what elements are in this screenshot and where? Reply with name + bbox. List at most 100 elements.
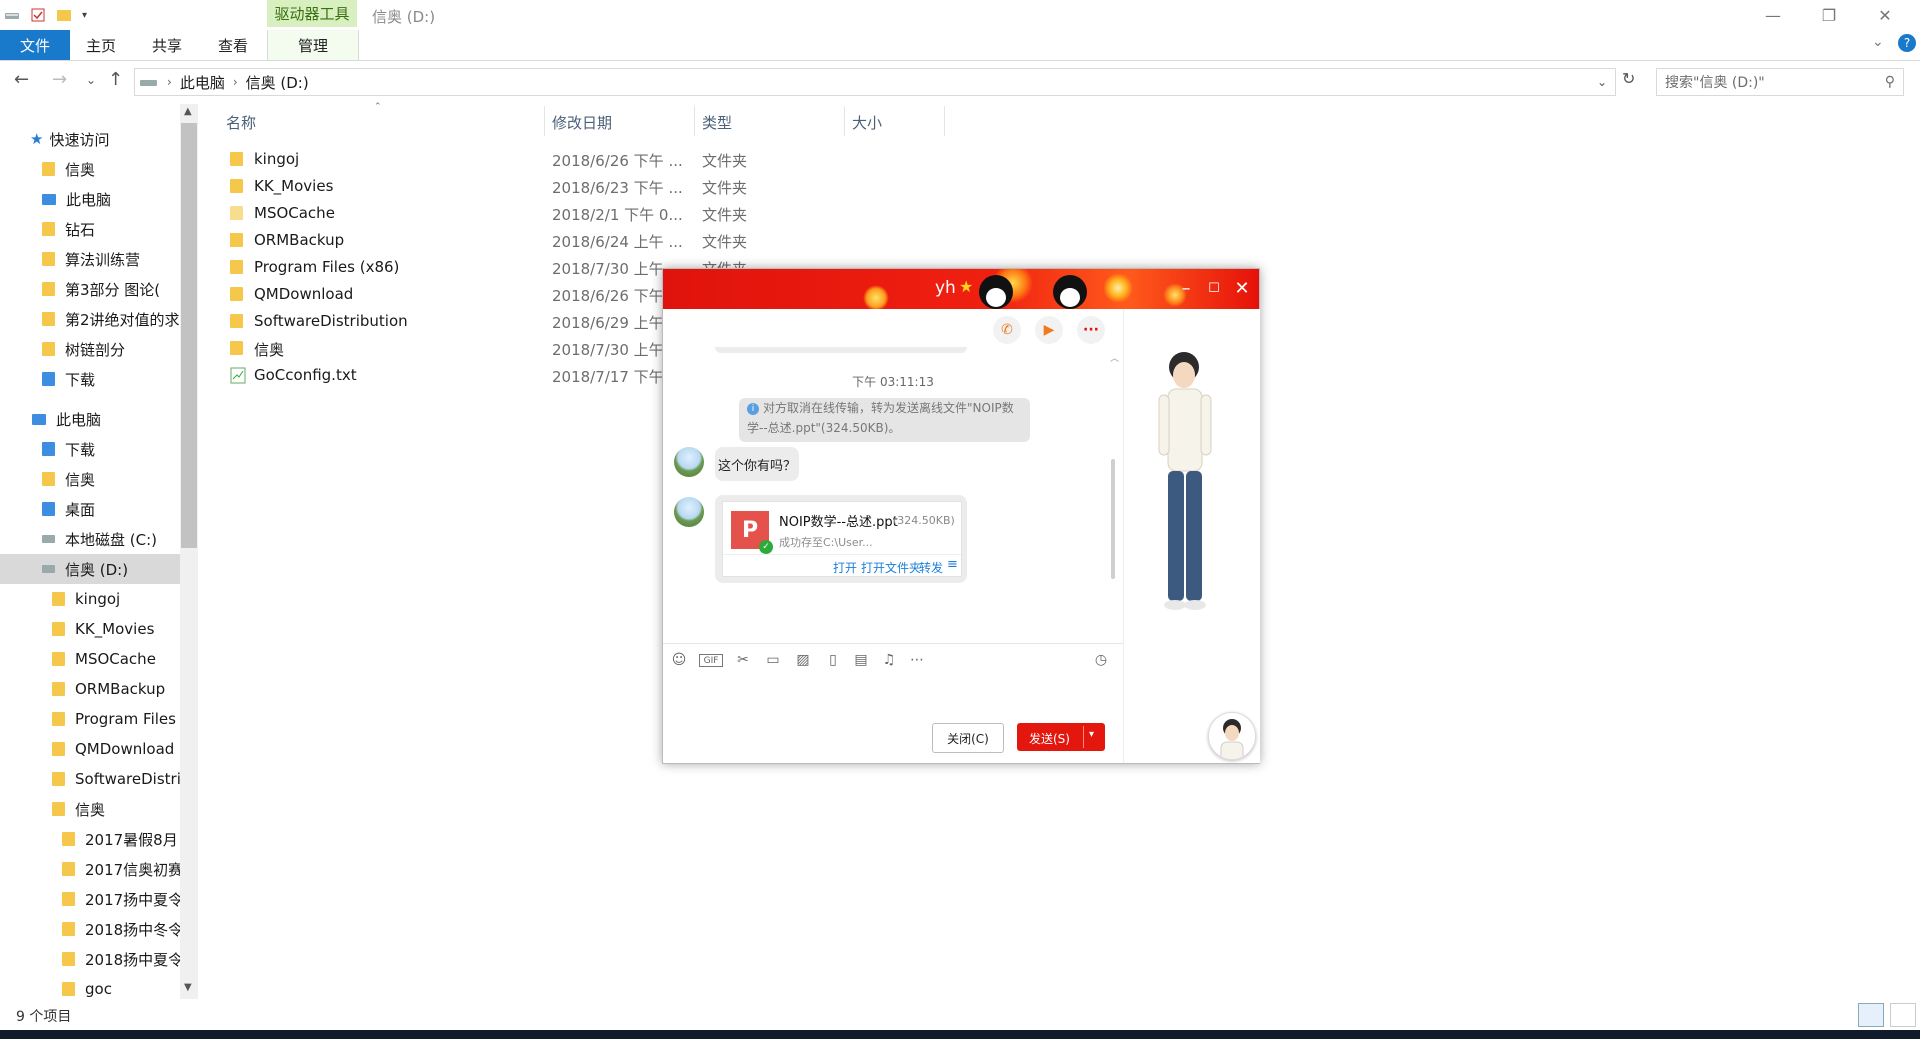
- new-folder-icon[interactable]: [56, 7, 72, 23]
- folder-icon[interactable]: ▭: [765, 652, 781, 668]
- music-icon[interactable]: ♫: [881, 652, 897, 668]
- tab-file[interactable]: 文件: [0, 30, 70, 60]
- column-separator[interactable]: [544, 106, 545, 136]
- minimize-button[interactable]: —: [1750, 0, 1796, 30]
- message-scrollbar[interactable]: [1111, 459, 1115, 579]
- self-avatar[interactable]: [1208, 712, 1256, 760]
- recent-locations-icon[interactable]: ⌄: [86, 73, 96, 87]
- file-row[interactable]: kingoj 2018/6/26 下午 ... 文件夹: [214, 146, 774, 173]
- nav-item[interactable]: 下载: [0, 364, 180, 394]
- chat-bubble[interactable]: 这个你有吗？: [715, 447, 799, 481]
- nav-item[interactable]: 2017暑假8月: [0, 824, 180, 854]
- avatar[interactable]: [674, 447, 704, 477]
- history-icon[interactable]: ◷: [1093, 652, 1109, 668]
- gif-icon[interactable]: GIF: [699, 654, 723, 667]
- nav-item[interactable]: 树链剖分: [0, 334, 180, 364]
- column-separator[interactable]: [944, 106, 945, 136]
- nav-item[interactable]: 信奥: [0, 794, 180, 824]
- open-file-link[interactable]: 打开: [833, 559, 857, 576]
- nav-item[interactable]: 第2讲绝对值的求: [0, 304, 180, 334]
- tab-home[interactable]: 主页: [76, 30, 126, 60]
- video-call-icon[interactable]: ▶: [1035, 316, 1063, 344]
- close-button[interactable]: ✕: [1862, 0, 1908, 30]
- file-row[interactable]: MSOCache 2018/2/1 下午 0... 文件夹: [214, 200, 774, 227]
- scroll-up-icon[interactable]: ︿: [1110, 351, 1119, 364]
- search-icon[interactable]: ⚲: [1885, 74, 1895, 90]
- more-icon[interactable]: ⋯: [909, 652, 925, 668]
- red-packet-icon[interactable]: ▤: [853, 652, 869, 668]
- qq-header[interactable]: yh ★ – ☐ ✕: [663, 269, 1259, 309]
- shake-icon[interactable]: ▯: [825, 652, 841, 668]
- nav-item[interactable]: 信奥📌: [0, 154, 180, 184]
- nav-item[interactable]: 钻石📌: [0, 214, 180, 244]
- qq-minimize-button[interactable]: –: [1173, 275, 1199, 301]
- large-icons-view-icon[interactable]: [1890, 1003, 1916, 1027]
- menu-icon[interactable]: ≡: [947, 557, 958, 572]
- nav-item[interactable]: ORMBackup: [0, 674, 180, 704]
- nav-item[interactable]: kingoj: [0, 584, 180, 614]
- nav-item-selected[interactable]: 信奥 (D:): [0, 554, 180, 584]
- send-button[interactable]: 发送(S) ▾: [1017, 723, 1105, 751]
- nav-item[interactable]: 此电脑📌: [0, 184, 180, 214]
- nav-item[interactable]: MSOCache: [0, 644, 180, 674]
- nav-item[interactable]: goc: [0, 974, 180, 999]
- column-size[interactable]: 大小: [852, 112, 882, 133]
- scissors-icon[interactable]: ✂: [735, 652, 751, 668]
- nav-scroll-thumb[interactable]: [181, 123, 197, 548]
- phone-icon[interactable]: ✆: [993, 316, 1021, 344]
- nav-item[interactable]: 信奥: [0, 464, 180, 494]
- scroll-down-icon[interactable]: ▼: [184, 982, 192, 993]
- send-options-icon[interactable]: ▾: [1089, 729, 1094, 740]
- image-icon[interactable]: ▨: [795, 652, 811, 668]
- back-icon[interactable]: ←: [14, 69, 29, 90]
- file-row[interactable]: KK_Movies 2018/6/23 下午 ... 文件夹: [214, 173, 774, 200]
- tab-view[interactable]: 查看: [208, 30, 258, 60]
- nav-item[interactable]: SoftwareDistri: [0, 764, 180, 794]
- breadcrumb-drive-d[interactable]: 信奥 (D:): [246, 72, 309, 93]
- qq-maximize-button[interactable]: ☐: [1201, 275, 1227, 301]
- nav-item[interactable]: 本地磁盘 (C:): [0, 524, 180, 554]
- scroll-down-icon[interactable]: [1110, 619, 1116, 637]
- refresh-icon[interactable]: ↻: [1622, 69, 1635, 88]
- address-dropdown-icon[interactable]: ⌄: [1597, 75, 1607, 89]
- nav-this-pc[interactable]: 此电脑: [0, 404, 180, 434]
- forward-icon[interactable]: →: [52, 69, 67, 90]
- help-icon[interactable]: ?: [1898, 34, 1916, 52]
- customize-toolbar-icon[interactable]: ▾: [82, 10, 87, 21]
- nav-item[interactable]: QMDownload: [0, 734, 180, 764]
- file-row[interactable]: ORMBackup 2018/6/24 上午 ... 文件夹: [214, 227, 774, 254]
- expand-ribbon-icon[interactable]: ⌄: [1872, 34, 1884, 50]
- column-separator[interactable]: [694, 106, 695, 136]
- message-input[interactable]: [671, 675, 1115, 715]
- nav-item[interactable]: Program Files: [0, 704, 180, 734]
- scroll-up-icon[interactable]: ▲: [184, 106, 192, 117]
- up-icon[interactable]: ↑: [108, 69, 123, 90]
- nav-item[interactable]: 2018扬中夏令: [0, 944, 180, 974]
- close-chat-button[interactable]: 关闭(C): [932, 723, 1004, 753]
- maximize-button[interactable]: ❐: [1806, 0, 1852, 30]
- column-date[interactable]: 修改日期: [552, 112, 612, 133]
- nav-quick-access[interactable]: ★ 快速访问: [0, 124, 180, 154]
- nav-item[interactable]: 2017信奥初赛: [0, 854, 180, 884]
- forward-link[interactable]: 转发: [919, 559, 943, 576]
- address-bar[interactable]: › 此电脑 › 信奥 (D:) ⌄: [134, 68, 1616, 96]
- more-icon[interactable]: ···: [1077, 316, 1105, 344]
- column-separator[interactable]: [844, 106, 845, 136]
- tab-manage[interactable]: 管理: [267, 30, 359, 60]
- avatar[interactable]: [674, 497, 704, 527]
- file-card[interactable]: P ✓ NOIP数学--总述.ppt (324.50KB) 成功存至C:\Use…: [722, 501, 962, 577]
- breadcrumb-this-pc[interactable]: 此电脑: [180, 72, 225, 93]
- details-view-icon[interactable]: [1858, 1003, 1884, 1027]
- search-input[interactable]: 搜索"信奥 (D:)" ⚲: [1656, 68, 1904, 96]
- tab-share[interactable]: 共享: [142, 30, 192, 60]
- column-type[interactable]: 类型: [702, 112, 732, 133]
- nav-item[interactable]: 算法训练营📌: [0, 244, 180, 274]
- properties-icon[interactable]: [30, 7, 46, 23]
- nav-item[interactable]: 第3部分 图论(📌: [0, 274, 180, 304]
- nav-item[interactable]: 下载: [0, 434, 180, 464]
- emoji-icon[interactable]: ☺: [671, 652, 687, 668]
- column-name[interactable]: 名称: [226, 112, 256, 133]
- nav-item[interactable]: 2017扬中夏令: [0, 884, 180, 914]
- nav-item[interactable]: 桌面: [0, 494, 180, 524]
- open-folder-link[interactable]: 打开文件夹: [861, 559, 921, 576]
